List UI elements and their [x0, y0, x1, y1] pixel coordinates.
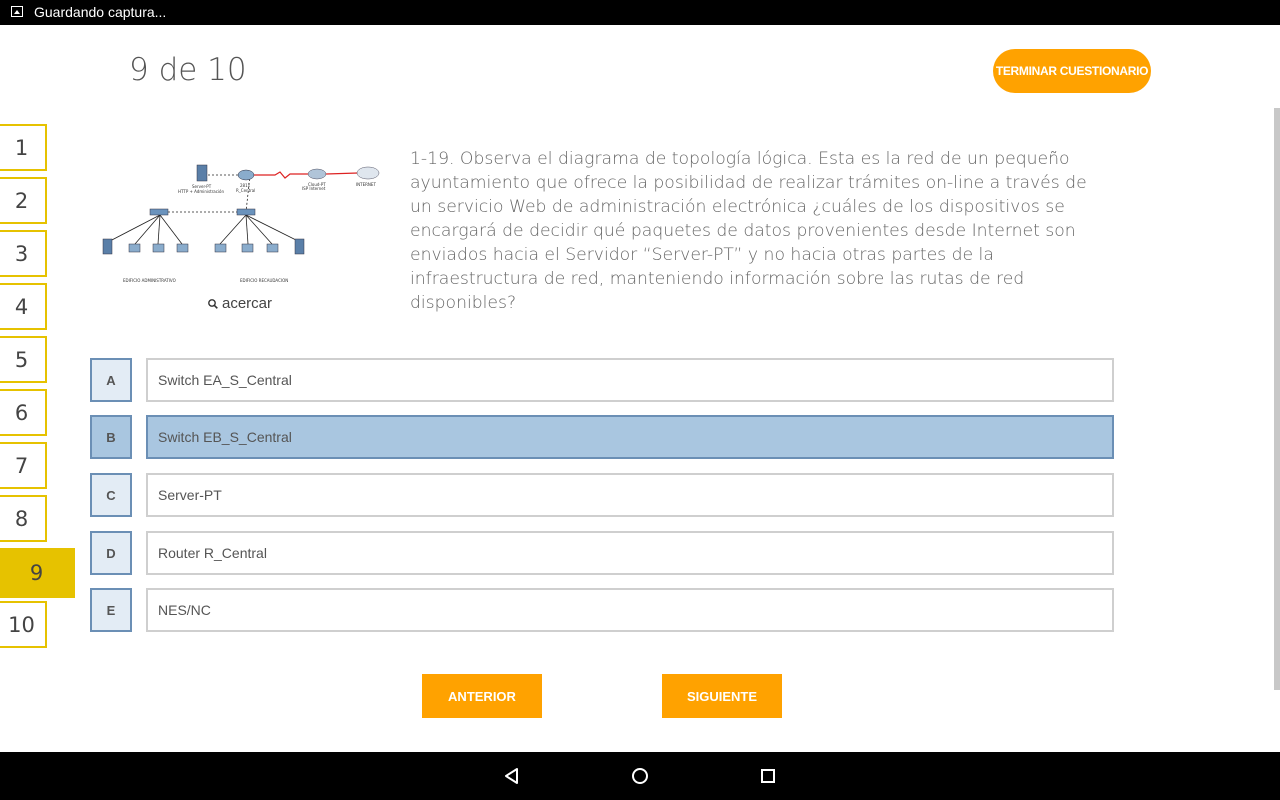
home-icon[interactable] [632, 768, 648, 784]
scrollbar[interactable] [1274, 108, 1280, 690]
question-nav-item[interactable]: 6 [0, 389, 47, 436]
question-counter: 9 de 10 [129, 52, 247, 88]
recent-apps-icon[interactable] [761, 769, 775, 783]
question-nav-item[interactable]: 4 [0, 283, 47, 330]
zoom-label: acercar [222, 295, 273, 312]
option-text[interactable]: NES/NC [146, 588, 1114, 632]
screenshot-icon [11, 6, 23, 17]
zoom-link[interactable]: acercar [208, 295, 272, 312]
question-nav-item[interactable]: 2 [0, 177, 47, 224]
status-bar: Guardando captura... [0, 0, 1280, 25]
label-building-right: EDIFICIO RECAUDACION [240, 278, 288, 283]
option-text[interactable]: Switch EA_S_Central [146, 358, 1114, 402]
network-topology-diagram[interactable]: Server-PT HTTP + Administración 2811 R_C… [90, 160, 390, 288]
option-text[interactable]: Server-PT [146, 473, 1114, 517]
option-letter[interactable]: E [90, 588, 132, 632]
label-building-left: EDIFICIO ADMINISTRATIVO [123, 278, 176, 283]
question-nav-item-active[interactable]: 9 [0, 548, 75, 598]
back-icon[interactable] [502, 767, 522, 787]
finish-quiz-button[interactable]: TERMINAR CUESTIONARIO [993, 49, 1151, 93]
option-text[interactable]: Router R_Central [146, 531, 1114, 575]
option-letter[interactable]: D [90, 531, 132, 575]
label-router-2: R_Central [236, 188, 255, 193]
status-text: Guardando captura... [34, 4, 167, 20]
label-server-top-2: HTTP + Administración [178, 189, 224, 194]
question-nav-item[interactable]: 3 [0, 230, 47, 277]
question-nav-item[interactable]: 7 [0, 442, 47, 489]
next-button[interactable]: SIGUIENTE [662, 674, 782, 718]
option-text[interactable]: Switch EB_S_Central [146, 415, 1114, 459]
option-letter[interactable]: C [90, 473, 132, 517]
question-nav-item[interactable]: 10 [0, 601, 47, 648]
question-nav-item[interactable]: 1 [0, 124, 47, 171]
previous-button[interactable]: ANTERIOR [422, 674, 542, 718]
option-letter[interactable]: A [90, 358, 132, 402]
question-text: 1-19. Observa el diagrama de topología l… [410, 149, 1087, 313]
option-letter[interactable]: B [90, 415, 132, 459]
search-icon [208, 298, 218, 309]
question-nav-item[interactable]: 5 [0, 336, 47, 383]
question-nav-item[interactable]: 8 [0, 495, 47, 542]
label-cloud-2: ISP Internet [302, 186, 326, 191]
label-internet: INTERNET [356, 182, 376, 187]
